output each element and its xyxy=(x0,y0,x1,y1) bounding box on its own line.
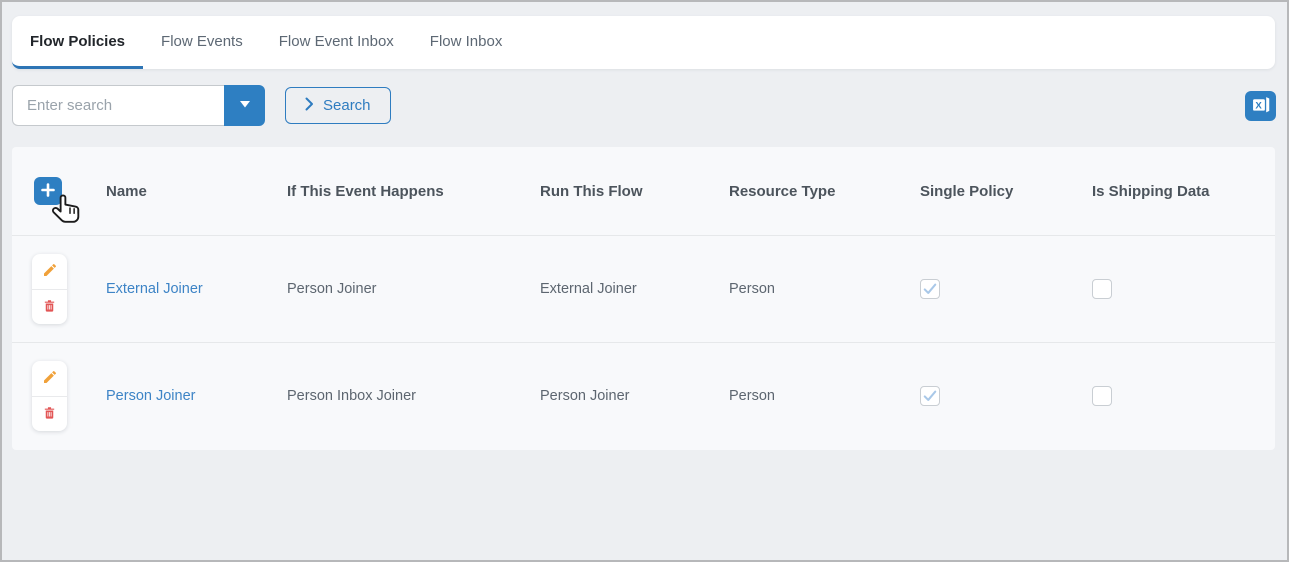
tab-label: Flow Event Inbox xyxy=(279,33,394,50)
pencil-icon xyxy=(42,369,58,388)
policy-name-link[interactable]: Person Joiner xyxy=(106,388,195,404)
search-dropdown-button[interactable] xyxy=(224,85,265,126)
tab-label: Flow Policies xyxy=(30,33,125,50)
resource-type-cell: Person xyxy=(715,388,906,404)
row-action-card xyxy=(32,361,67,431)
add-policy-button[interactable] xyxy=(34,177,62,205)
flow-cell: Person Joiner xyxy=(526,388,715,404)
search-group xyxy=(12,85,265,126)
edit-button[interactable] xyxy=(32,254,67,289)
column-header-flow: Run This Flow xyxy=(526,183,715,200)
trash-icon xyxy=(42,405,57,424)
app-window: Flow Policies Flow Events Flow Event Inb… xyxy=(0,0,1289,562)
column-header-resource-type: Resource Type xyxy=(715,183,906,200)
delete-button[interactable] xyxy=(32,289,67,324)
pencil-icon xyxy=(42,262,58,281)
trash-icon xyxy=(42,298,57,317)
tab-label: Flow Events xyxy=(161,33,243,50)
is-shipping-data-checkbox[interactable] xyxy=(1092,386,1112,406)
event-cell: Person Joiner xyxy=(273,281,526,297)
add-cell xyxy=(12,147,92,235)
is-shipping-data-checkbox[interactable] xyxy=(1092,279,1112,299)
column-header-is-shipping-data: Is Shipping Data xyxy=(1078,183,1275,200)
tab-flow-events[interactable]: Flow Events xyxy=(143,16,261,69)
event-cell: Person Inbox Joiner xyxy=(273,388,526,404)
single-policy-checkbox[interactable] xyxy=(920,279,940,299)
caret-down-icon xyxy=(238,98,252,113)
column-header-name: Name xyxy=(92,183,273,200)
search-button[interactable]: Search xyxy=(285,87,391,124)
search-button-label: Search xyxy=(323,97,371,114)
flow-cell: External Joiner xyxy=(526,281,715,297)
policy-name-link[interactable]: External Joiner xyxy=(106,281,203,297)
chevron-right-icon xyxy=(305,97,314,115)
table-row: Person Joiner Person Inbox Joiner Person… xyxy=(12,342,1275,449)
row-actions xyxy=(12,361,92,431)
tab-flow-event-inbox[interactable]: Flow Event Inbox xyxy=(261,16,412,69)
row-action-card xyxy=(32,254,67,324)
column-header-event: If This Event Happens xyxy=(273,183,526,200)
single-policy-checkbox[interactable] xyxy=(920,386,940,406)
tab-bar: Flow Policies Flow Events Flow Event Inb… xyxy=(12,16,1275,69)
delete-button[interactable] xyxy=(32,396,67,431)
column-header-single-policy: Single Policy xyxy=(906,183,1078,200)
plus-icon xyxy=(41,183,55,200)
row-actions xyxy=(12,254,92,324)
tab-label: Flow Inbox xyxy=(430,33,503,50)
excel-export-button[interactable]: X xyxy=(1245,91,1276,121)
table-body: External Joiner Person Joiner External J… xyxy=(12,235,1275,449)
svg-text:X: X xyxy=(1255,100,1262,111)
tab-flow-inbox[interactable]: Flow Inbox xyxy=(412,16,521,69)
flow-policies-table: Name If This Event Happens Run This Flow… xyxy=(12,147,1275,450)
table-header-row: Name If This Event Happens Run This Flow… xyxy=(12,147,1275,235)
tab-flow-policies[interactable]: Flow Policies xyxy=(12,16,143,69)
resource-type-cell: Person xyxy=(715,281,906,297)
table-row: External Joiner Person Joiner External J… xyxy=(12,235,1275,342)
search-input[interactable] xyxy=(12,85,224,126)
edit-button[interactable] xyxy=(32,361,67,396)
excel-icon: X xyxy=(1250,94,1271,118)
